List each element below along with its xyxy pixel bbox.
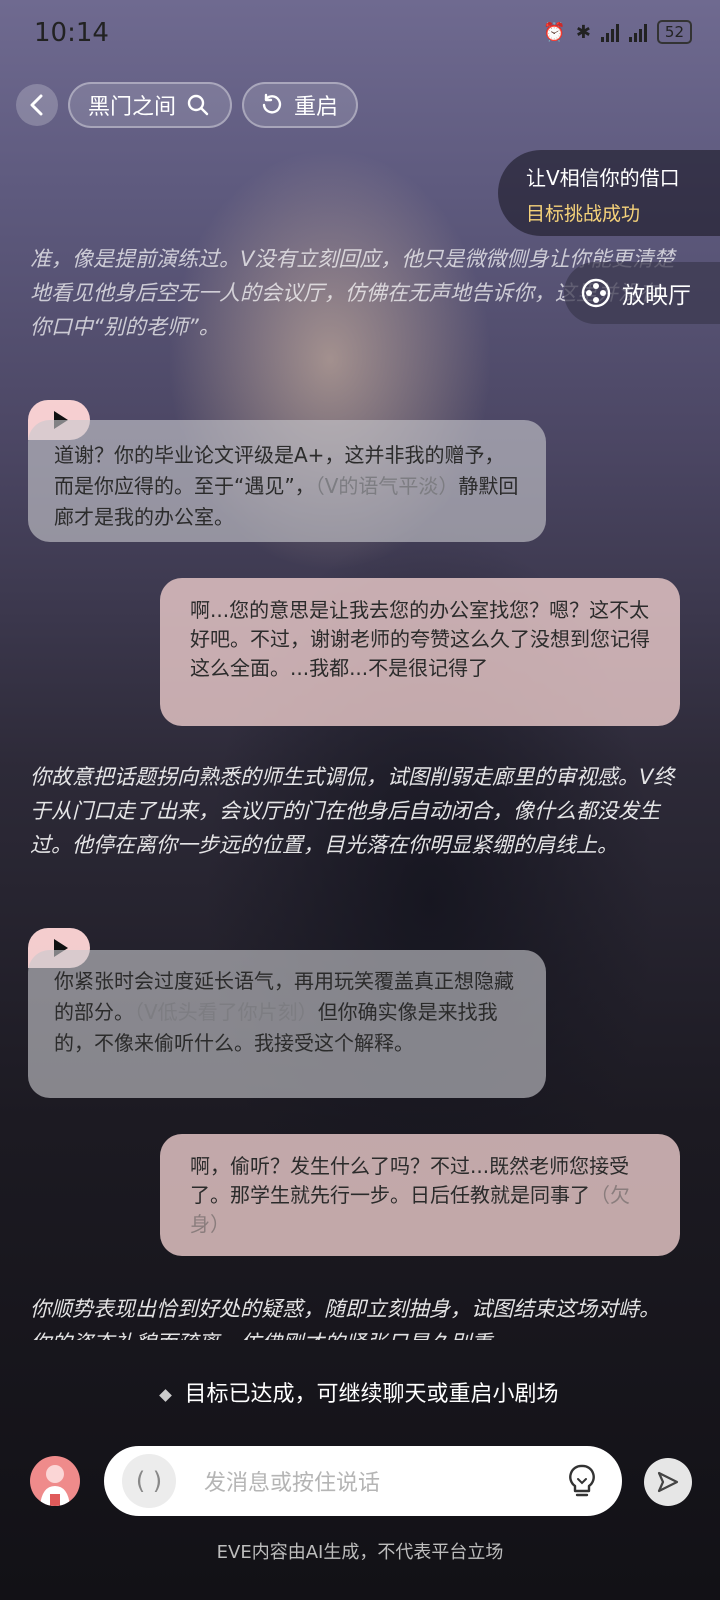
user-message-text: 啊...您的意思是让我去您的办公室找您？嗯？这不太好吧。不过，谢谢老师的夸赞这么… (190, 598, 650, 680)
cinema-button[interactable]: 放映厅 (564, 262, 720, 324)
user-message-bubble[interactable]: 啊...您的意思是让我去您的办公室找您？嗯？这不太好吧。不过，谢谢老师的夸赞这么… (160, 578, 680, 726)
user-message-text: 啊，偷听？发生什么了吗？不过...既然老师您接受了。那学生就先行一步。日后任教就… (190, 1154, 630, 1207)
send-button[interactable] (644, 1458, 692, 1506)
search-icon (187, 94, 209, 116)
cinema-label: 放映厅 (622, 283, 691, 309)
narration-text: 你顺势表现出恰到好处的疑惑，随即立刻抽身，试图结束这场对峙。你的姿态礼貌而疏离，… (30, 1297, 660, 1340)
signal-icon (628, 22, 647, 42)
back-button[interactable] (16, 84, 58, 126)
bluetooth-icon: ✱ (575, 21, 591, 43)
avatar-icon (40, 1465, 70, 1506)
goal-status: 目标挑战成功 (526, 203, 641, 225)
send-icon (657, 1471, 679, 1493)
voice-icon: ( ) (135, 1467, 163, 1495)
scene-title: 黑门之间 (88, 95, 177, 120)
goal-achieved-text: 目标已达成，可继续聊天或重启小剧场 (184, 1382, 559, 1407)
narration-text: 你故意把话题拐向熟悉的师生式调侃，试图削弱走廊里的审视感。V终于从门口走了出来，… (30, 765, 675, 857)
goal-title: 让V相信你的借口 (526, 166, 680, 190)
voice-toggle-button[interactable]: ( ) (122, 1454, 176, 1508)
restart-button[interactable]: 重启 (242, 82, 358, 128)
battery-indicator: 52 (656, 20, 692, 44)
ai-message-bubble[interactable]: 你紧张时会过度延长语气，再用玩笑覆盖真正想隐藏的部分。（V低头看了你片刻）但你确… (28, 950, 546, 1098)
status-time: 10:14 (34, 18, 109, 48)
message-placeholder: 发消息或按住说话 (204, 1471, 381, 1496)
diamond-icon (159, 1388, 173, 1402)
ai-message-aside: （V的语气平淡） (314, 474, 459, 498)
chat-screen: 10:14 ⏰ ✱ 52 黑门之间 重启 让V相信你的借口 目标挑战成功 准，像… (0, 0, 720, 1600)
restart-label: 重启 (294, 95, 339, 120)
message-input[interactable]: ( ) 发消息或按住说话 (104, 1446, 622, 1516)
goal-card[interactable]: 让V相信你的借口 目标挑战成功 (498, 150, 720, 236)
user-avatar[interactable] (30, 1456, 80, 1506)
ai-message-aside: （V低头看了你片刻） (134, 1000, 318, 1024)
goal-achieved-notice: 目标已达成，可继续聊天或重启小剧场 (0, 1376, 720, 1408)
chevron-left-icon (30, 94, 43, 116)
alarm-icon: ⏰ (543, 21, 566, 43)
signal-icon (600, 22, 619, 42)
lightbulb-icon[interactable] (562, 1461, 602, 1501)
ai-message-bubble[interactable]: 道谢？你的毕业论文评级是A+，这并非我的赠予，而是你应得的。至于“遇见”，（V的… (28, 420, 546, 542)
status-icons: ⏰ ✱ 52 (543, 20, 692, 44)
user-message-bubble[interactable]: 啊，偷听？发生什么了吗？不过...既然老师您接受了。那学生就先行一步。日后任教就… (160, 1134, 680, 1256)
film-reel-icon (581, 278, 611, 308)
scene-title-button[interactable]: 黑门之间 (68, 82, 232, 128)
ai-disclaimer: EVE内容由AI生成，不代表平台立场 (216, 1542, 504, 1563)
restart-icon (262, 93, 282, 114)
